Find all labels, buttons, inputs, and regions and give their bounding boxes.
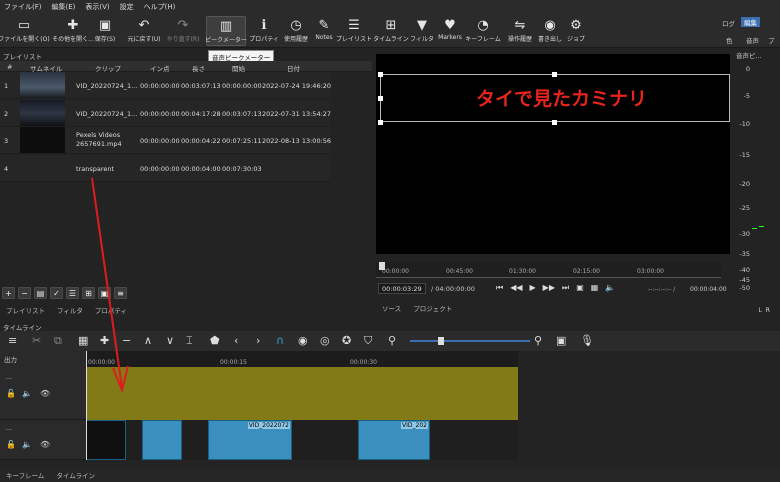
tab-keyframes[interactable]: キーフレーム <box>6 470 44 480</box>
bottom-tabs: キーフレーム タイムライン <box>0 468 780 482</box>
annotation-arrow <box>91 177 129 394</box>
tab-timeline[interactable]: タイムライン <box>56 470 95 480</box>
